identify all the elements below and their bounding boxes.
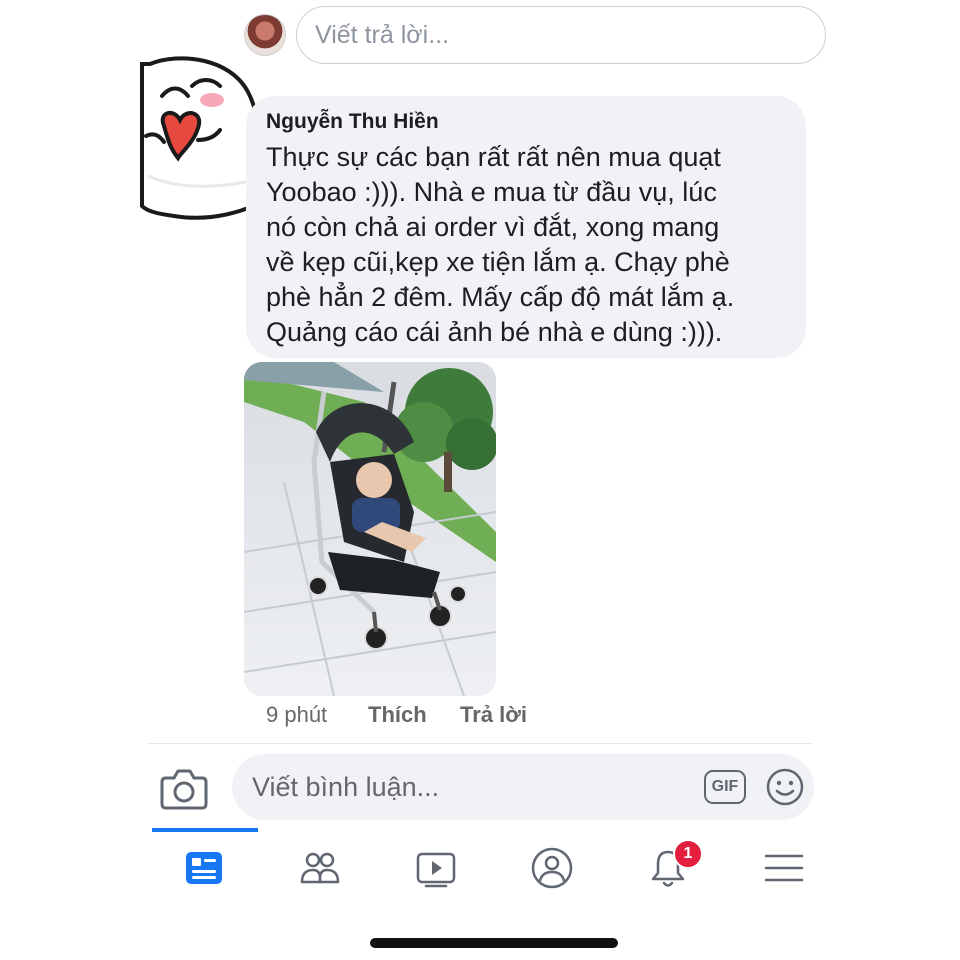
facebook-comment-thread: Viết trả lời... Nguyễn Thu Hiền Thực sự … [0, 0, 960, 960]
like-button[interactable]: Thích [368, 700, 427, 730]
gif-button[interactable]: GIF [704, 770, 746, 804]
watch-icon[interactable] [414, 846, 458, 890]
comment-timestamp: 9 phút [266, 702, 328, 727]
home-indicator[interactable] [370, 938, 618, 948]
groups-icon[interactable] [298, 846, 342, 890]
comment-author-name[interactable]: Nguyễn Thu Hiền [266, 108, 806, 136]
divider [148, 743, 812, 744]
reply-button[interactable]: Trả lời [460, 700, 527, 730]
comment-text: Thực sự các bạn rất rất nên mua quạt Yoo… [266, 142, 735, 347]
notification-badge: 1 [673, 839, 703, 869]
reply-user-avatar [244, 14, 286, 56]
emoji-icon[interactable] [765, 767, 805, 807]
reply-input[interactable]: Viết trả lời... [296, 6, 826, 64]
profile-icon[interactable] [530, 846, 574, 890]
nav-active-indicator [152, 828, 258, 832]
menu-icon[interactable] [762, 846, 806, 890]
comment-photo[interactable] [244, 362, 496, 696]
news-feed-icon[interactable] [182, 846, 226, 890]
camera-icon[interactable] [160, 766, 208, 810]
comment-bubble: Nguyễn Thu Hiền Thực sự các bạn rất rất … [246, 96, 806, 358]
